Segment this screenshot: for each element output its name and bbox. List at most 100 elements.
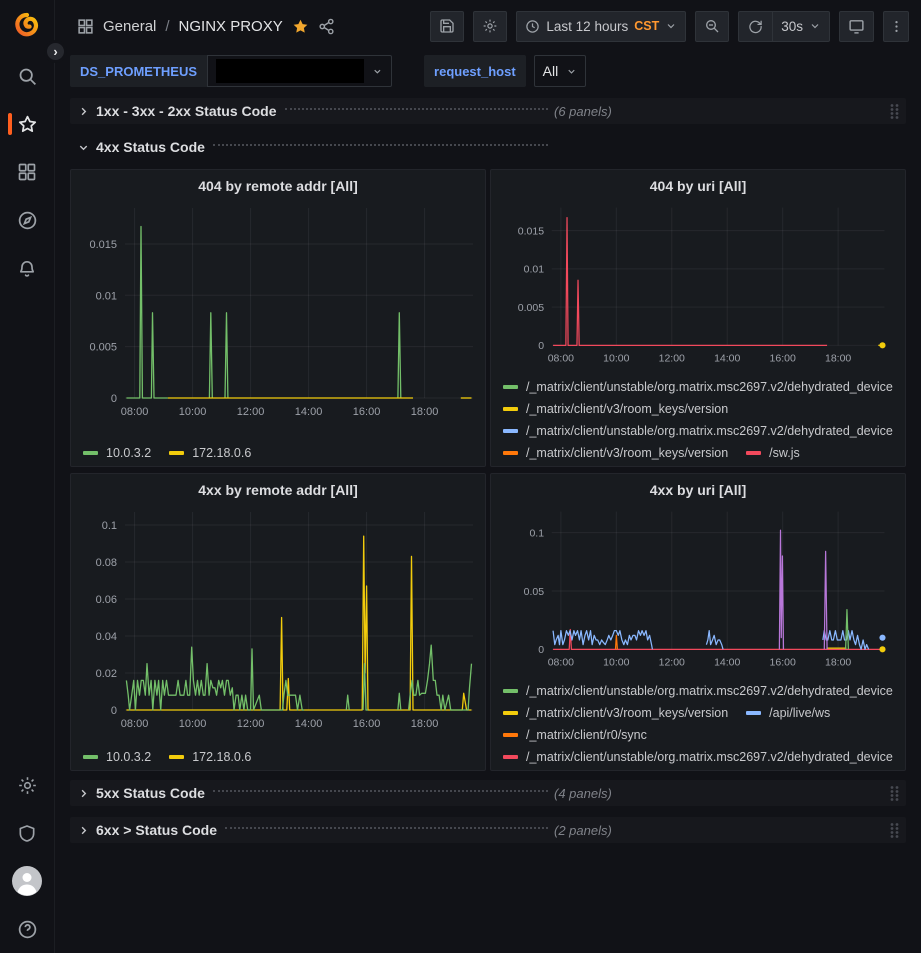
refresh-button[interactable] [738,11,772,42]
dotted-leader [213,790,548,792]
legend-label: /sw.js [769,446,800,460]
svg-text:10:00: 10:00 [603,657,629,669]
panel-title[interactable]: 4xx by remote addr [All] [71,476,485,504]
sidebar-item-explore[interactable] [0,196,55,244]
breadcrumb-separator: / [165,18,169,35]
chevron-down-icon [665,20,677,32]
kebab-menu-button[interactable] [883,11,909,42]
request-host-select[interactable]: All [534,55,587,87]
sidebar-expand-button[interactable]: › [44,40,67,63]
legend-item[interactable]: /_matrix/client/v3/room_keys/version [503,442,728,464]
legend-item[interactable]: /_matrix/client/v3/room_keys/version [503,702,728,724]
ds-prometheus-select[interactable] [207,55,392,87]
svg-text:18:00: 18:00 [411,718,439,730]
legend-label: /_matrix/client/r0/sync [526,728,647,742]
row-6xx-status-code[interactable]: 6xx > Status Code (2 panels) [70,817,906,843]
svg-text:0.06: 0.06 [96,594,117,606]
sidebar [0,0,55,953]
legend-item[interactable]: /_matrix/client/unstable/org.matrix.msc2… [503,376,893,398]
dotted-leader [285,108,548,110]
sidebar-item-profile[interactable] [0,857,55,905]
svg-text:08:00: 08:00 [548,657,574,669]
svg-text:12:00: 12:00 [659,353,685,365]
panel-title[interactable]: 404 by uri [All] [491,172,905,200]
sidebar-item-help[interactable] [0,905,55,953]
legend-swatch [503,711,518,715]
row-4xx-status-code[interactable]: 4xx Status Code [70,134,906,160]
chevron-right-icon [74,788,92,799]
svg-text:10:00: 10:00 [179,406,207,418]
drag-handle-icon[interactable] [889,822,900,839]
legend-item[interactable]: /_matrix/client/unstable/org.matrix.msc2… [503,420,893,442]
svg-text:0.015: 0.015 [89,239,117,251]
legend-swatch [169,755,184,759]
breadcrumb: General / NGINX PROXY [77,18,335,35]
legend-swatch [503,451,518,455]
apps-grid-icon [17,162,37,182]
row-1xx-3xx-2xx-status-code[interactable]: 1xx - 3xx - 2xx Status Code (6 panels) [70,98,906,124]
legend-item[interactable]: /_matrix/client/unstable/org.matrix.msc2… [503,680,893,702]
legend-item[interactable]: 10.0.3.2 [83,442,151,464]
legend-item[interactable]: 172.18.0.6 [169,746,251,768]
drag-handle-icon[interactable] [889,785,900,802]
sidebar-item-server-admin[interactable] [0,809,55,857]
tv-mode-button[interactable] [839,11,874,42]
chart-legend: 10.0.3.2 172.18.0.6 [71,744,485,770]
save-dashboard-button[interactable] [430,11,464,42]
legend-item[interactable]: /_matrix/client/v3/room_keys/version [503,398,728,420]
star-filled-icon[interactable] [292,18,309,35]
legend-label: /_matrix/client/v3/room_keys/version [526,402,728,416]
legend-item[interactable]: 10.0.3.2 [83,746,151,768]
sidebar-item-dashboards[interactable] [0,148,55,196]
chevron-right-icon [74,825,92,836]
time-range-picker[interactable]: Last 12 hours CST [516,11,686,42]
sidebar-item-starred[interactable] [0,100,55,148]
legend-label: 172.18.0.6 [192,446,251,460]
legend-item[interactable]: /_matrix/client/unstable/org.matrix.msc2… [503,746,893,768]
avatar [12,866,42,896]
sidebar-item-configuration[interactable] [0,761,55,809]
svg-text:14:00: 14:00 [714,657,740,669]
legend-label: /_matrix/client/unstable/org.matrix.msc2… [526,424,893,438]
dotted-leader [225,827,548,829]
legend-swatch [169,451,184,455]
legend-swatch [503,733,518,737]
save-icon [439,18,455,34]
drag-handle-icon[interactable] [889,103,900,120]
gear-icon [482,18,498,34]
dashboard-title[interactable]: NGINX PROXY [179,18,283,35]
row-title-group: 4xx Status Code [74,139,554,155]
breadcrumb-section[interactable]: General [103,18,156,35]
variables-bar: DS_PROMETHEUS request_host All [55,52,921,90]
svg-text:0.1: 0.1 [529,527,544,539]
dashboard-settings-button[interactable] [473,11,507,42]
legend-label: /_matrix/client/unstable/org.matrix.msc2… [526,684,893,698]
panel-title[interactable]: 4xx by uri [All] [491,476,905,504]
grafana-logo-icon [12,11,42,41]
request-host-value: All [543,63,559,79]
legend-item[interactable]: /_matrix/client/r0/sync [503,724,647,746]
timeseries-chart[interactable]: 08:0010:0012:0014:0016:0018:0000.0050.01… [495,200,901,374]
panel-title[interactable]: 404 by remote addr [All] [71,172,485,200]
svg-text:0.1: 0.1 [102,520,117,532]
timeseries-chart[interactable]: 08:0010:0012:0014:0016:0018:0000.0050.01… [75,200,481,428]
legend-swatch [746,711,761,715]
legend-item[interactable]: /api/live/ws [746,702,830,724]
legend-item[interactable]: /sw.js [746,442,800,464]
svg-text:08:00: 08:00 [121,718,149,730]
svg-text:08:00: 08:00 [548,353,574,365]
refresh-interval-button[interactable]: 30s [772,11,830,42]
sidebar-item-alerting[interactable] [0,244,55,292]
svg-text:16:00: 16:00 [353,718,381,730]
legend-swatch [503,407,518,411]
svg-text:10:00: 10:00 [179,718,207,730]
legend-item[interactable]: 172.18.0.6 [169,442,251,464]
clock-icon [525,19,540,34]
timeseries-chart[interactable]: 08:0010:0012:0014:0016:0018:0000.050.1 [495,504,901,678]
row-panel-count: (4 panels) [554,786,612,801]
share-icon[interactable] [318,18,335,35]
zoom-out-time-button[interactable] [695,11,729,42]
variable-label: DS_PROMETHEUS [70,55,207,87]
row-5xx-status-code[interactable]: 5xx Status Code (4 panels) [70,780,906,806]
timeseries-chart[interactable]: 08:0010:0012:0014:0016:0018:0000.020.040… [75,504,481,740]
